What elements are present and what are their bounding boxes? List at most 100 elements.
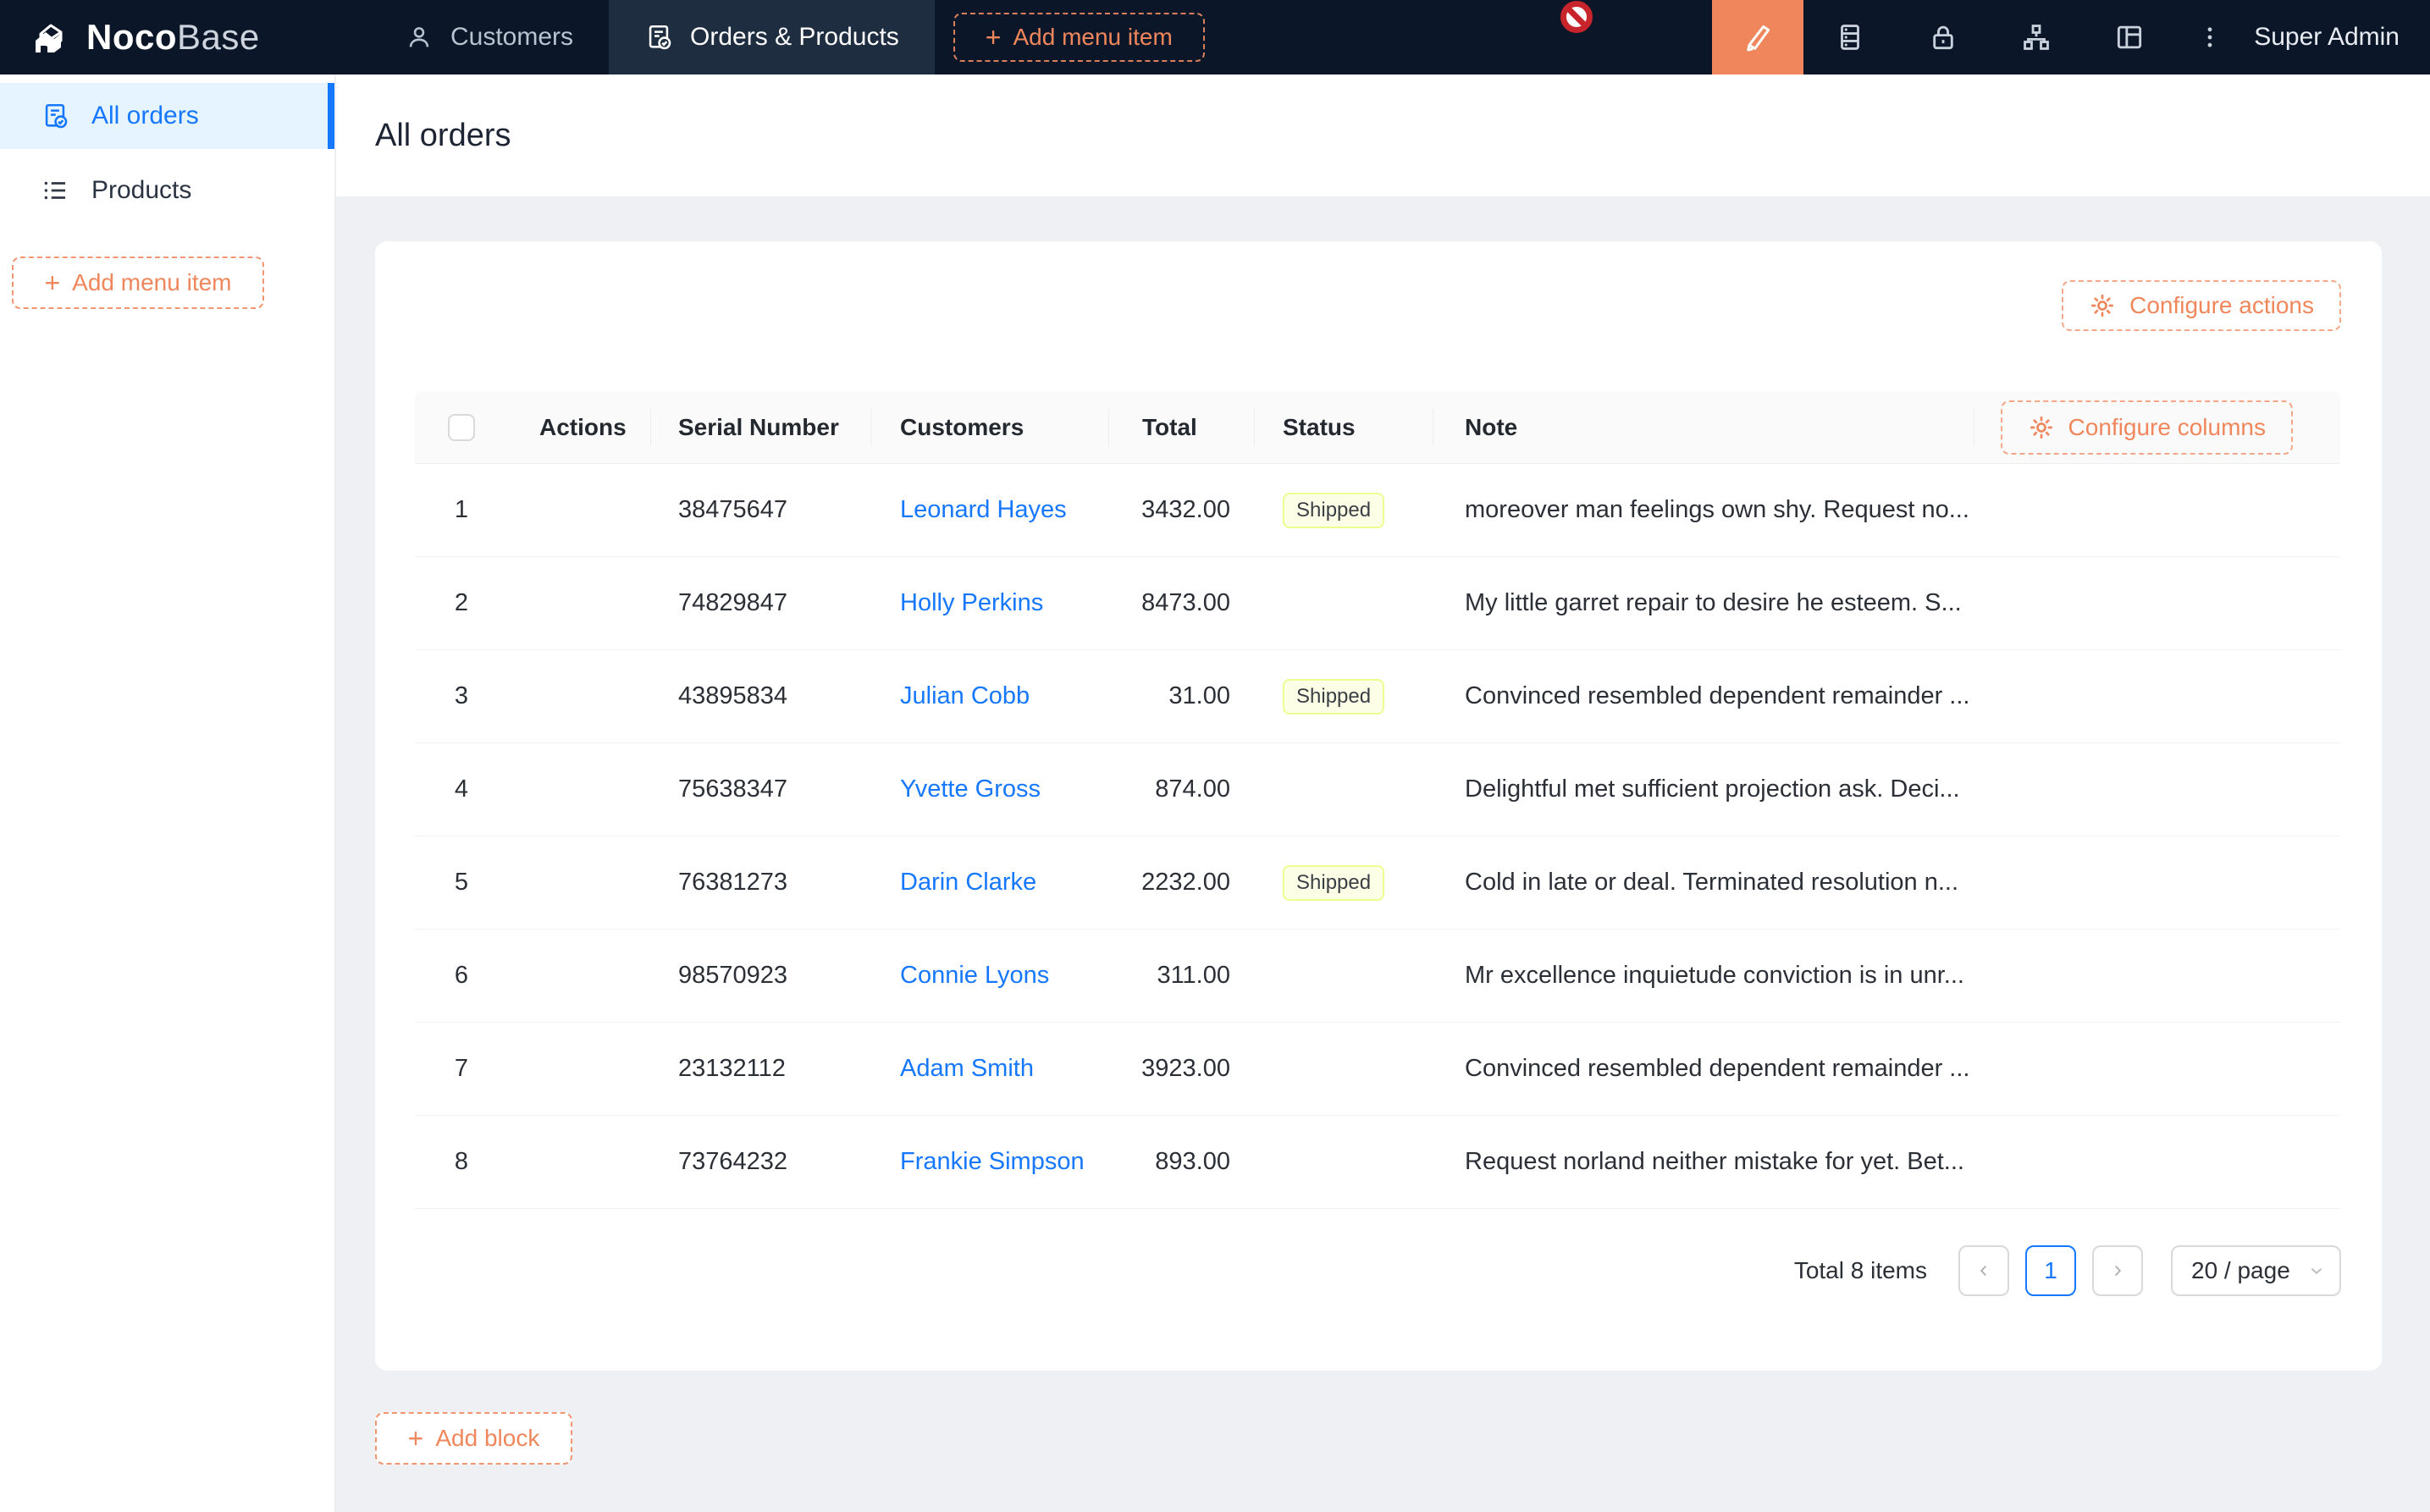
table-row[interactable]: 7 23132112 Adam Smith 3923.00 Convinced … (415, 1023, 2340, 1116)
configure-columns-button[interactable]: Configure columns (2001, 400, 2293, 455)
table-row[interactable]: 3 43895834 Julian Cobb 31.00 Shipped Con… (415, 650, 2340, 743)
status-badge: Shipped (1283, 493, 1384, 528)
customer-link[interactable]: Yvette Gross (900, 775, 1041, 803)
row-index: 7 (415, 1055, 508, 1083)
navbar-add-menu-item-button[interactable]: + Add menu item (953, 13, 1205, 62)
plugins-button[interactable] (1990, 0, 2083, 74)
configure-actions-button[interactable]: Configure actions (2062, 280, 2341, 331)
customer-link[interactable]: Darin Clarke (900, 869, 1036, 896)
select-all-checkbox[interactable] (448, 414, 475, 441)
serial-number-cell: 38475647 (651, 496, 871, 524)
customer-cell: Holly Perkins (871, 589, 1109, 617)
order-doc-icon (644, 23, 673, 52)
status-badge: Shipped (1283, 865, 1384, 901)
permissions-button[interactable] (1897, 0, 1990, 74)
sidebar-item-all-orders[interactable]: All orders (0, 83, 334, 149)
highlighter-icon (1741, 20, 1775, 54)
total-cell: 3923.00 (1109, 1055, 1255, 1083)
pagination: Total 8 items 1 20 / page (415, 1245, 2341, 1296)
page-title: All orders (375, 118, 511, 154)
user-menu[interactable]: Super Admin (2244, 23, 2430, 52)
customer-cell: Yvette Gross (871, 775, 1109, 803)
main-menu: Customers Orders & Products (369, 0, 935, 74)
row-index: 5 (415, 869, 508, 897)
tab-orders-products[interactable]: Orders & Products (609, 0, 935, 74)
total-cell: 893.00 (1109, 1148, 1255, 1176)
table-row[interactable]: 4 75638347 Yvette Gross 874.00 Delightfu… (415, 743, 2340, 836)
plus-icon: + (44, 269, 60, 296)
orders-table: Actions Serial Number Customers Total St… (415, 391, 2340, 1209)
pagination-page-1[interactable]: 1 (2025, 1245, 2076, 1296)
column-header-actions[interactable]: Actions (508, 391, 651, 464)
serial-number-cell: 23132112 (651, 1055, 871, 1083)
add-block-button[interactable]: + Add block (375, 1412, 572, 1465)
orders-table-block: Configure actions Actions Serial Number … (375, 241, 2382, 1371)
table-row[interactable]: 1 38475647 Leonard Hayes 3432.00 Shipped… (415, 464, 2340, 557)
table-row[interactable]: 5 76381273 Darin Clarke 2232.00 Shipped … (415, 836, 2340, 930)
column-header-note[interactable]: Note (1433, 391, 1974, 464)
list-icon (41, 176, 69, 205)
table-row[interactable]: 6 98570923 Connie Lyons 311.00 Mr excell… (415, 930, 2340, 1023)
nocobase-logo[interactable]: NocoBase (0, 0, 369, 74)
customer-link[interactable]: Leonard Hayes (900, 496, 1067, 523)
status-badge: Shipped (1283, 679, 1384, 715)
customer-link[interactable]: Connie Lyons (900, 962, 1049, 989)
page-header: All orders (336, 74, 2430, 196)
pagination-next-button[interactable] (2092, 1245, 2143, 1296)
row-index: 4 (415, 775, 508, 803)
gear-icon (2089, 292, 2116, 319)
column-header-customers[interactable]: Customers (871, 391, 1109, 464)
not-allowed-cursor-icon (1560, 0, 1593, 34)
total-cell: 311.00 (1109, 962, 1255, 990)
more-actions-button[interactable] (2176, 0, 2244, 74)
pagination-total: Total 8 items (1794, 1257, 1927, 1284)
total-cell: 2232.00 (1109, 869, 1255, 897)
layout-icon (2113, 21, 2146, 53)
navbar-right-actions: Super Admin (1712, 0, 2430, 74)
customer-link[interactable]: Holly Perkins (900, 589, 1043, 616)
order-doc-icon (41, 102, 69, 130)
user-icon (405, 23, 434, 52)
pagination-prev-button[interactable] (1958, 1245, 2009, 1296)
row-index: 2 (415, 589, 508, 617)
column-header-status[interactable]: Status (1255, 391, 1433, 464)
sidebar-add-menu-item-button[interactable]: + Add menu item (12, 257, 264, 309)
note-cell: Delightful met sufficient projection ask… (1433, 775, 1974, 803)
tab-customers[interactable]: Customers (369, 0, 609, 74)
plus-icon: + (986, 24, 1002, 51)
page-size-select[interactable]: 20 / page (2171, 1245, 2341, 1296)
sidebar-item-label: Products (91, 176, 191, 205)
tab-label: Customers (450, 23, 573, 52)
row-index: 1 (415, 496, 508, 524)
top-navbar: NocoBase Customers Orders & Products (0, 0, 2430, 74)
apartment-icon (2020, 21, 2052, 53)
total-cell: 3432.00 (1109, 496, 1255, 524)
customer-cell: Julian Cobb (871, 682, 1109, 710)
note-cell: Cold in late or deal. Terminated resolut… (1433, 869, 1974, 897)
select-all-checkbox-cell (415, 391, 508, 464)
lock-icon (1927, 21, 1959, 53)
customer-link[interactable]: Frankie Simpson (900, 1148, 1085, 1175)
customer-link[interactable]: Adam Smith (900, 1055, 1034, 1082)
note-cell: Request norland neither mistake for yet.… (1433, 1148, 1974, 1176)
table-row[interactable]: 2 74829847 Holly Perkins 8473.00 My litt… (415, 557, 2340, 650)
status-cell: Shipped (1255, 493, 1433, 528)
sidebar-item-products[interactable]: Products (0, 157, 334, 223)
layout-settings-button[interactable] (2083, 0, 2176, 74)
serial-number-cell: 74829847 (651, 589, 871, 617)
column-header-serial-number[interactable]: Serial Number (651, 391, 871, 464)
table-header-row: Actions Serial Number Customers Total St… (415, 391, 2340, 464)
table-row[interactable]: 8 73764232 Frankie Simpson 893.00 Reques… (415, 1116, 2340, 1209)
column-header-total[interactable]: Total (1109, 391, 1255, 464)
sidebar: All orders Products + Add menu item (0, 74, 335, 1512)
collections-button[interactable] (1803, 0, 1897, 74)
chevron-right-icon (2108, 1261, 2127, 1280)
customer-link[interactable]: Julian Cobb (900, 682, 1030, 709)
ui-editor-button[interactable] (1712, 0, 1803, 74)
serial-number-cell: 98570923 (651, 962, 871, 990)
logo-wordmark: NocoBase (86, 17, 260, 58)
customer-cell: Frankie Simpson (871, 1148, 1109, 1176)
row-index: 6 (415, 962, 508, 990)
note-cell: Mr excellence inquietude conviction is i… (1433, 962, 1974, 990)
chevron-down-icon (2307, 1261, 2326, 1280)
